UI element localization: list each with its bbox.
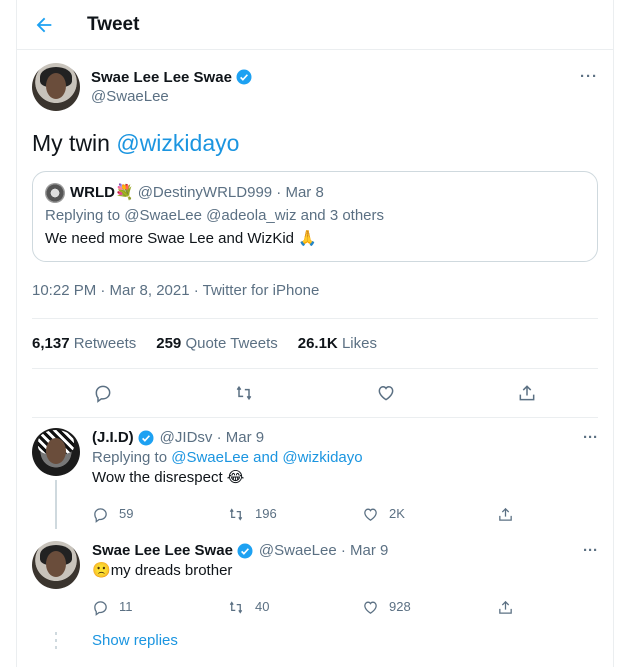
avatar[interactable] (32, 62, 80, 111)
pray-emoji-icon: 🙏 (298, 230, 317, 247)
more-options-icon[interactable]: ··· (580, 68, 598, 85)
share-icon (499, 507, 512, 521)
retweet-icon[interactable] (233, 382, 255, 404)
retweet-icon (229, 507, 243, 521)
reply-button[interactable]: 59 (92, 504, 227, 524)
reply-handle-date[interactable]: @SwaeLee · Mar 9 (259, 541, 388, 561)
tweet-text-body: My twin (32, 130, 117, 156)
tweet-text: My twin @wizkidayo (32, 129, 598, 157)
quote-handle-date: @DestinyWRLD999 · Mar 8 (137, 184, 324, 201)
tweet-timestamp[interactable]: 10:22 PM · Mar 8, 2021 · Twitter for iPh… (32, 282, 598, 302)
author-name[interactable]: Swae Lee Lee Swae (91, 68, 232, 87)
like-icon[interactable] (375, 382, 397, 404)
author-handle[interactable]: @SwaeLee (91, 87, 253, 106)
mention-link[interactable]: @wizkidayo (116, 130, 239, 156)
share-button[interactable] (497, 599, 514, 616)
verified-badge-icon (236, 69, 252, 85)
reply-author-name[interactable]: Swae Lee Lee Swae (92, 541, 233, 561)
like-icon (364, 508, 377, 521)
quote-replying-to: Replying to @SwaeLee @adeola_wiz and 3 o… (45, 207, 385, 224)
likes-stat[interactable]: 26.1K Likes (298, 335, 377, 352)
reply-author-name[interactable]: (J.I.D) (92, 428, 134, 448)
thread-dots (32, 631, 80, 649)
frowning-emoji-icon: 🙁 (92, 562, 111, 579)
tweet-author: Swae Lee Lee Swae @SwaeLee ··· (32, 62, 598, 111)
reply-text: Wow the disrespect 😂 (92, 469, 245, 486)
reply-icon (94, 600, 107, 616)
quote-text: We need more Swae Lee and WizKid 🙏 (45, 230, 317, 247)
verified-badge-icon (237, 543, 253, 559)
reply-text: 🙁my dreads brother (92, 562, 233, 579)
like-icon (364, 601, 377, 614)
laughing-emoji-icon: 😂 (226, 469, 245, 486)
share-icon[interactable] (516, 382, 538, 404)
retweets-stat[interactable]: 6,137 Retweets (32, 335, 136, 352)
quote-avatar (45, 183, 65, 203)
show-replies-row: Show replies (17, 622, 613, 658)
page-header: Tweet (17, 0, 613, 50)
reply-actions: 59 196 2K (92, 499, 598, 529)
retweet-icon (229, 600, 243, 614)
reply-actions: 11 40 928 (92, 592, 598, 622)
tweet-actions (32, 369, 598, 418)
share-button[interactable] (497, 506, 514, 523)
more-options-icon[interactable]: ··· (583, 541, 598, 561)
replying-to: Replying to @SwaeLee and @wizkidayo (92, 449, 363, 466)
replying-to-mentions[interactable]: @SwaeLee and @wizkidayo (171, 449, 362, 466)
reply-tweet[interactable]: (J.I.D) @JIDsv · Mar 9 ··· Replying to @… (17, 418, 613, 529)
page-title: Tweet (87, 13, 140, 35)
like-button[interactable]: 928 (362, 597, 497, 617)
like-button[interactable]: 2K (362, 504, 497, 524)
share-icon (499, 600, 512, 614)
reply-button[interactable]: 11 (92, 597, 227, 617)
quoted-tweet[interactable]: WRLD 💐 @DestinyWRLD999 · Mar 8 Replying t… (32, 171, 598, 262)
tweet-stats: 6,137 Retweets 259 Quote Tweets 26.1K Li… (32, 318, 598, 369)
reply-handle-date[interactable]: @JIDsv · Mar 9 (160, 428, 264, 448)
retweet-button[interactable]: 40 (227, 597, 362, 617)
quote-author-name: WRLD (70, 184, 115, 201)
retweet-button[interactable]: 196 (227, 504, 362, 524)
tweet-page: Tweet Swae Lee Lee Swae @SwaeLee ··· My … (16, 0, 614, 667)
reply-tweet[interactable]: Swae Lee Lee Swae @SwaeLee · Mar 9 ··· 🙁… (17, 529, 613, 622)
avatar[interactable] (32, 428, 80, 476)
back-arrow-icon[interactable] (19, 0, 69, 50)
main-tweet: Swae Lee Lee Swae @SwaeLee ··· My twin @… (17, 62, 613, 418)
more-options-icon[interactable]: ··· (583, 428, 598, 448)
avatar[interactable] (32, 541, 80, 589)
quote-tweets-stat[interactable]: 259 Quote Tweets (156, 335, 277, 352)
bouquet-emoji-icon: 💐 (115, 184, 134, 201)
reply-icon (94, 507, 107, 523)
reply-icon[interactable] (92, 382, 114, 404)
thread-line (55, 480, 57, 529)
verified-badge-icon (138, 430, 154, 446)
show-replies-link[interactable]: Show replies (92, 632, 178, 649)
